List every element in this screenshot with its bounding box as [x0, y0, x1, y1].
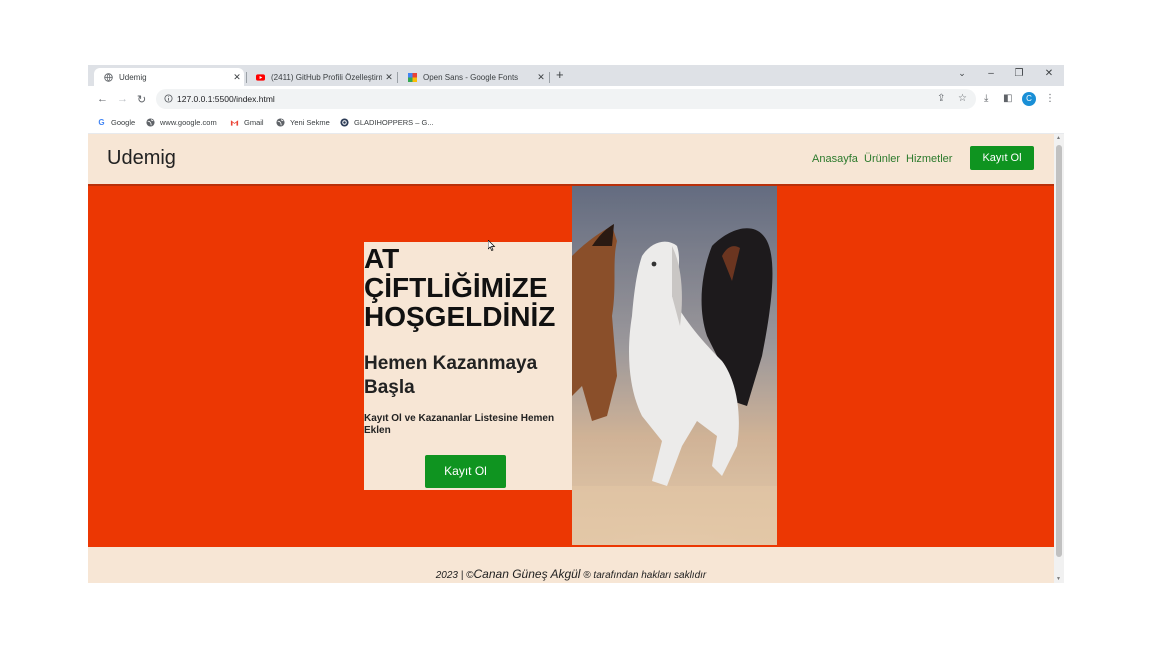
globe-icon: [276, 118, 285, 127]
globe-icon: [146, 118, 155, 127]
site-brand[interactable]: Udemig: [107, 147, 176, 170]
hero-title: AT ÇİFTLİĞİMİZE HOŞGELDİNİZ: [364, 243, 556, 332]
google-fonts-icon: [408, 72, 417, 82]
header-register-button[interactable]: Kayıt Ol: [970, 146, 1034, 170]
url-text: 127.0.0.1:5500/index.html: [177, 94, 275, 104]
bookmarks-bar: G Google www.google.com Gmail Yeni Sekme…: [88, 113, 1064, 134]
hero-subtitle: Hemen Kazanmaya Başla: [364, 353, 538, 398]
site-header: Udemig Anasayfa Ürünler Hizmetler Kayıt …: [88, 134, 1054, 184]
gmail-icon: [230, 120, 239, 126]
tab-strip: Udemig ✕ (2411) GitHub Profili Özelleşti…: [88, 65, 1064, 86]
gladihoppers-icon: [340, 118, 349, 127]
share-icon[interactable]: ⇪: [937, 93, 945, 104]
horses-image: [572, 186, 777, 545]
bookmark-label: Yeni Sekme: [290, 118, 330, 127]
mouse-cursor-icon: [488, 240, 496, 251]
tab-title: Udemig: [119, 72, 147, 82]
download-icon[interactable]: ⤓: [984, 93, 988, 104]
reload-icon[interactable]: ↻: [137, 93, 146, 106]
menu-icon[interactable]: ⋮: [1045, 93, 1055, 104]
address-bar[interactable]: 127.0.0.1:5500/index.html ⇪ ☆: [156, 89, 976, 109]
back-icon[interactable]: ←: [97, 93, 108, 105]
tab-title: Open Sans - Google Fonts: [423, 72, 519, 82]
bookmark-label: Gmail: [244, 118, 264, 127]
profile-avatar[interactable]: C: [1022, 92, 1036, 106]
footer-prefix: 2023 | ©: [435, 570, 474, 581]
page-scrollbar[interactable]: ▲ ▼: [1054, 134, 1064, 583]
hero-tagline: Kayıt Ol ve Kazananlar Listesine Hemen E…: [364, 413, 555, 436]
globe-icon: [104, 72, 113, 82]
minimize-icon[interactable]: –: [981, 68, 1001, 79]
nav-link-urunler[interactable]: Ürünler: [864, 153, 900, 165]
close-tab-icon[interactable]: ✕: [382, 72, 396, 83]
google-icon: G: [98, 118, 105, 127]
scrollbar-thumb[interactable]: [1056, 145, 1062, 557]
tab-search-icon[interactable]: ⌄: [952, 68, 972, 79]
bookmark-www-google[interactable]: www.google.com: [146, 118, 217, 127]
tab-open-sans[interactable]: Open Sans - Google Fonts ✕: [398, 68, 548, 86]
restore-icon[interactable]: ❐: [1009, 68, 1029, 79]
site-info-icon[interactable]: [164, 94, 173, 103]
tab-github-profili[interactable]: (2411) GitHub Profili Özelleştirme ✕: [246, 68, 396, 86]
close-tab-icon[interactable]: ✕: [230, 72, 244, 83]
footer-author: Canan Güneş Akgül: [473, 567, 581, 581]
close-tab-icon[interactable]: ✕: [534, 72, 548, 83]
bookmark-star-icon[interactable]: ☆: [958, 93, 967, 104]
close-window-icon[interactable]: ✕: [1039, 68, 1059, 79]
hero-section: AT ÇİFTLİĞİMİZE HOŞGELDİNİZ Hemen Kazanm…: [88, 184, 1054, 549]
hero-card: AT ÇİFTLİĞİMİZE HOŞGELDİNİZ Hemen Kazanm…: [364, 242, 573, 490]
side-panel-icon[interactable]: ◧: [1003, 93, 1012, 104]
youtube-icon: [256, 73, 265, 81]
hero-register-button[interactable]: Kayıt Ol: [425, 455, 506, 488]
bookmark-gladihoppers[interactable]: GLADIHOPPERS – G...: [340, 118, 434, 127]
scroll-up-icon[interactable]: ▲: [1056, 135, 1061, 141]
new-tab-icon[interactable]: +: [556, 67, 564, 82]
browser-toolbar: ← → ↻ 127.0.0.1:5500/index.html ⇪ ☆ ⤓ ◧ …: [88, 86, 1064, 113]
site-footer: 2023 | ©Canan Güneş Akgül ® tarafından h…: [88, 547, 1054, 583]
forward-icon[interactable]: →: [117, 93, 128, 105]
page-viewport: Udemig Anasayfa Ürünler Hizmetler Kayıt …: [88, 134, 1054, 583]
scroll-down-icon[interactable]: ▼: [1056, 576, 1061, 582]
footer-suffix: ® tarafından hakları saklıdır: [580, 570, 707, 581]
nav-link-anasayfa[interactable]: Anasayfa: [812, 153, 858, 165]
bookmark-google[interactable]: G Google: [97, 118, 135, 127]
browser-window: Udemig ✕ (2411) GitHub Profili Özelleşti…: [88, 65, 1064, 583]
tab-udemig[interactable]: Udemig ✕: [94, 68, 244, 86]
nav-link-hizmetler[interactable]: Hizmetler: [906, 153, 952, 165]
bookmark-label: Google: [111, 118, 136, 127]
bookmark-label: GLADIHOPPERS – G...: [354, 118, 434, 127]
tab-divider: [549, 72, 550, 83]
tab-title: (2411) GitHub Profili Özelleştirme: [271, 72, 382, 82]
bookmark-label: www.google.com: [160, 118, 217, 127]
bookmark-yeni-sekme[interactable]: Yeni Sekme: [276, 118, 330, 127]
footer-copyright: 2023 | ©Canan Güneş Akgül ® tarafından h…: [88, 567, 1054, 581]
bookmark-gmail[interactable]: Gmail: [230, 118, 264, 127]
